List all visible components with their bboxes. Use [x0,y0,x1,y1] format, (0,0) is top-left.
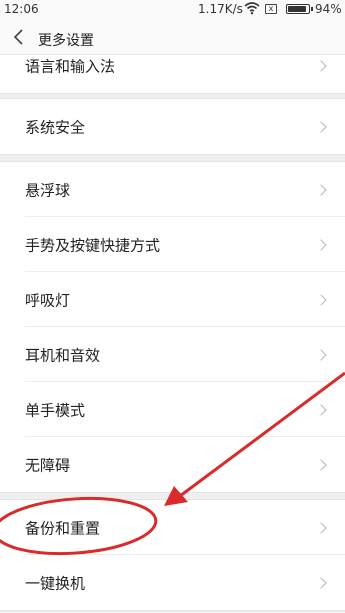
battery-icon [286,4,313,14]
no-sim-icon: x [265,4,277,14]
chevron-right-icon [315,403,327,416]
battery-nub [311,7,313,11]
settings-item-floating-ball[interactable]: 悬浮球 [0,162,345,217]
settings-item-backup-reset[interactable]: 备份和重置 [0,500,345,555]
settings-item-label: 系统安全 [25,118,86,136]
chevron-right-icon [315,183,327,196]
chevron-right-icon [315,348,327,361]
network-speed: 1.17K/s [198,2,243,16]
settings-item-label: 呼吸灯 [25,291,71,309]
settings-item-label: 手势及按键快捷方式 [25,236,161,254]
battery-percent: 94% [315,2,342,16]
chevron-left-icon[interactable] [11,28,27,46]
settings-item-headphones-audio[interactable]: 耳机和音效 [0,327,345,382]
settings-item-gesture-shortcuts[interactable]: 手势及按键快捷方式 [0,217,345,272]
chevron-right-icon [315,458,327,471]
settings-item-label: 耳机和音效 [25,346,101,364]
chevron-right-icon [315,293,327,306]
settings-item-one-hand-mode[interactable]: 单手模式 [0,382,345,437]
settings-group-features: 悬浮球 手势及按键快捷方式 呼吸灯 耳机和音效 单手模式 无障碍 [0,161,345,493]
settings-item-system-security[interactable]: 系统安全 [0,99,345,154]
chevron-right-icon [315,59,327,72]
status-time: 12:06 [4,2,39,16]
settings-item-accessibility[interactable]: 无障碍 [0,437,345,492]
settings-item-label: 无障碍 [25,456,71,474]
settings-item-phone-migration[interactable]: 一键换机 [0,555,345,610]
wifi-icon [244,1,260,18]
settings-item-breathing-light[interactable]: 呼吸灯 [0,272,345,327]
settings-item-label: 悬浮球 [25,181,71,199]
chevron-right-icon [315,576,327,589]
page-title: 更多设置 [38,33,94,49]
status-bar: 12:06 1.17K/s x 94% [0,0,345,19]
settings-item-label: 单手模式 [25,401,86,419]
settings-group-security: 系统安全 [0,98,345,155]
chevron-right-icon [315,238,327,251]
settings-item-label: 语言和输入法 [25,57,116,75]
battery-fill [288,6,306,12]
settings-item-label: 一键换机 [25,574,86,592]
settings-group-backup: 备份和重置 一键换机 [0,499,345,611]
chevron-right-icon [315,120,327,133]
settings-item-label: 备份和重置 [25,519,101,537]
title-bar-overlap: 更多设置 [0,19,345,55]
chevron-right-icon [315,521,327,534]
